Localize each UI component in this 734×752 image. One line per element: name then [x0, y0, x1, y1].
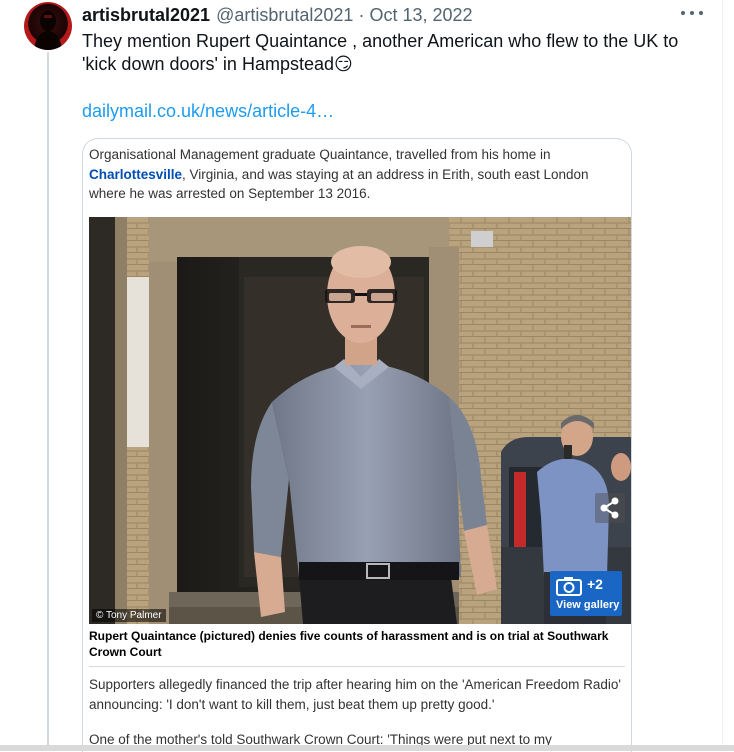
- article-link[interactable]: dailymail.co.uk/news/article-4…: [82, 101, 334, 122]
- bottom-edge: [0, 745, 734, 751]
- article-screenshot-card[interactable]: Organisational Management graduate Quain…: [82, 138, 632, 752]
- share-icon: [600, 497, 619, 519]
- more-dot-3: [699, 11, 703, 15]
- display-name[interactable]: artisbrutal2021: [82, 5, 210, 26]
- avatar[interactable]: [24, 2, 72, 50]
- tweet-text: They mention Rupert Quaintance , another…: [82, 31, 679, 74]
- more-dot-1: [681, 11, 685, 15]
- intro-text-start: Organisational Management graduate Quain…: [89, 147, 551, 162]
- column-border: [722, 0, 723, 751]
- thread-line: [47, 52, 49, 751]
- avatar-figure-icon: [34, 11, 62, 50]
- tweet-header: artisbrutal2021 @artisbrutal2021 · Oct 1…: [82, 4, 473, 26]
- location-link: Charlottesville: [89, 166, 183, 182]
- user-handle[interactable]: @artisbrutal2021: [216, 5, 353, 26]
- photo-credit: © Tony Palmer: [92, 609, 166, 622]
- camera-icon: [556, 577, 582, 596]
- article-intro: Organisational Management graduate Quain…: [89, 145, 624, 204]
- caption-divider: [89, 666, 625, 667]
- article-photo: © Tony Palmer +2 View gallery: [89, 217, 631, 624]
- photo-caption: Rupert Quaintance (pictured) denies five…: [89, 629, 609, 659]
- separator-dot: ·: [358, 4, 365, 25]
- tweet-date[interactable]: Oct 13, 2022: [369, 5, 472, 26]
- street-scene-image: [89, 217, 631, 624]
- share-button[interactable]: [595, 493, 625, 523]
- more-options-icon[interactable]: [681, 5, 703, 21]
- view-gallery-button[interactable]: +2 View gallery: [550, 571, 622, 616]
- more-dot-2: [690, 11, 694, 15]
- article-paragraph-1: Supporters allegedly financed the trip a…: [89, 677, 621, 712]
- gallery-label: View gallery: [556, 599, 620, 611]
- gallery-count: +2: [587, 576, 603, 592]
- tweet[interactable]: artisbrutal2021 @artisbrutal2021 · Oct 1…: [0, 0, 734, 752]
